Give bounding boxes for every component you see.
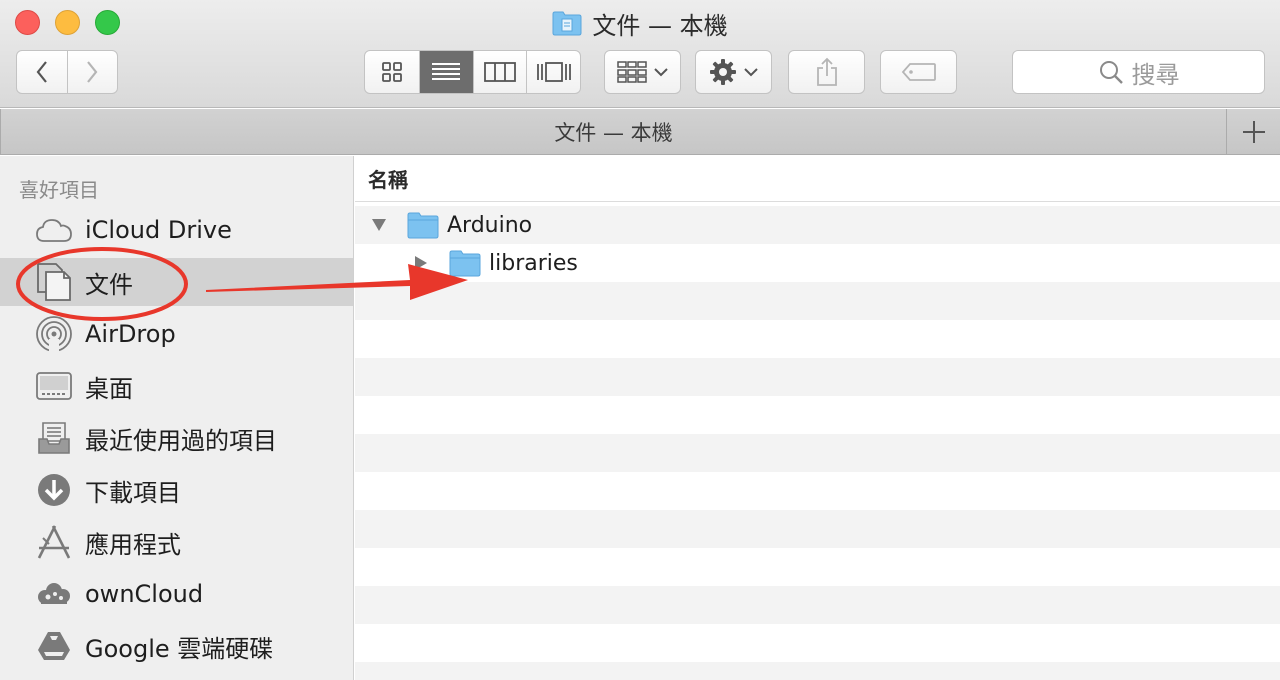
arrange-grid-icon: [616, 61, 647, 83]
sidebar-item-label: iCloud Drive: [85, 216, 232, 244]
share-icon: [816, 57, 837, 86]
chevron-left-icon: [36, 61, 47, 83]
row-stripe: [355, 548, 1280, 586]
column-view-icon: [483, 62, 516, 82]
plus-icon: [1242, 120, 1265, 143]
row-stripe: [355, 472, 1280, 510]
tab-label: 文件 — 本機: [554, 120, 673, 145]
document-icon: [34, 262, 74, 302]
disclosure-triangle-collapsed-icon[interactable]: [412, 254, 430, 272]
chevron-down-icon: [653, 68, 668, 77]
disclosure-triangle-expanded-icon[interactable]: [370, 216, 388, 234]
gear-icon: [709, 59, 736, 85]
sidebar-item-label: ownCloud: [85, 580, 204, 608]
tag-icon: [901, 63, 936, 81]
sidebar: 喜好項目 iCloud Drive 文件 AirDrop 桌面 最近使用過的項目…: [0, 156, 354, 680]
window-title: 文件 — 本機: [592, 11, 728, 40]
sidebar-item-label: 應用程式: [85, 530, 181, 559]
search-field[interactable]: 搜尋: [1012, 50, 1265, 94]
documents-folder-icon: [552, 11, 582, 36]
sidebar-item-label: 下載項目: [85, 478, 181, 507]
icon-view-icon: [381, 62, 402, 82]
file-name: libraries: [489, 250, 578, 276]
airdrop-icon: [34, 314, 74, 354]
toolbar: 文件 — 本機 搜尋: [0, 0, 1280, 108]
row-stripe: [355, 510, 1280, 548]
chevron-right-icon: [87, 61, 98, 83]
chevron-down-icon: [743, 68, 758, 77]
sidebar-item-label: AirDrop: [85, 320, 176, 348]
tab-documents[interactable]: 文件 — 本機: [0, 109, 1226, 154]
folder-icon: [449, 250, 481, 277]
share-button[interactable]: [788, 50, 865, 94]
file-name: Arduino: [447, 212, 533, 238]
row-stripe: [355, 396, 1280, 434]
tag-button[interactable]: [880, 50, 957, 94]
sidebar-item-label: Google 雲端硬碟: [85, 634, 274, 663]
sidebar-item-applications[interactable]: 應用程式: [0, 518, 353, 566]
sidebar-item-recents[interactable]: 最近使用過的項目: [0, 414, 353, 462]
navigation-group: [16, 50, 118, 94]
row-stripe: [355, 320, 1280, 358]
folder-icon: [407, 212, 439, 239]
sidebar-item-owncloud[interactable]: ownCloud: [0, 570, 353, 618]
list-view-button[interactable]: [418, 51, 473, 93]
cover-flow-view-icon: [536, 62, 571, 82]
row-stripe: [355, 662, 1280, 680]
download-icon: [34, 470, 74, 510]
list-item-arduino[interactable]: Arduino: [355, 206, 1280, 244]
sidebar-item-documents[interactable]: 文件: [0, 258, 353, 306]
column-header-name[interactable]: 名稱: [355, 156, 1280, 202]
owncloud-icon: [34, 574, 74, 614]
row-stripe: [355, 586, 1280, 624]
list-item-libraries[interactable]: libraries: [355, 244, 1280, 282]
search-icon: [1099, 61, 1123, 84]
sidebar-item-google-drive[interactable]: Google 雲端硬碟: [0, 622, 353, 670]
finder-window: 文件 — 本機 搜尋 文件 — 本機 喜好項目 iCloud Drive 文件 …: [0, 0, 1280, 680]
column-view-button[interactable]: [472, 51, 527, 93]
view-mode-group: [364, 50, 581, 94]
list-view-icon: [432, 63, 461, 80]
action-button[interactable]: [695, 50, 772, 94]
file-list: 名稱 Arduino libraries: [355, 156, 1280, 680]
applications-icon: [34, 522, 74, 562]
cover-flow-view-button[interactable]: [526, 51, 580, 93]
column-header-label: 名稱: [368, 168, 408, 192]
row-stripe: [355, 282, 1280, 320]
sidebar-item-icloud-drive[interactable]: iCloud Drive: [0, 206, 353, 254]
row-stripe: [355, 434, 1280, 472]
desktop-icon: [34, 366, 74, 406]
sidebar-item-label: 最近使用過的項目: [85, 426, 277, 455]
cloud-icon: [34, 210, 74, 250]
search-placeholder: 搜尋: [1131, 60, 1180, 89]
arrange-button[interactable]: [604, 50, 681, 94]
sidebar-item-downloads[interactable]: 下載項目: [0, 466, 353, 514]
window-title-bar: 文件 — 本機: [0, 6, 1280, 40]
google-drive-icon: [34, 626, 74, 666]
sidebar-item-desktop[interactable]: 桌面: [0, 362, 353, 410]
sidebar-item-airdrop[interactable]: AirDrop: [0, 310, 353, 358]
icon-view-button[interactable]: [365, 51, 419, 93]
sidebar-heading: 喜好項目: [19, 178, 99, 202]
new-tab-button[interactable]: [1226, 109, 1280, 154]
sidebar-item-label: 桌面: [85, 374, 133, 403]
tab-bar: 文件 — 本機: [0, 109, 1280, 155]
row-stripe: [355, 358, 1280, 396]
forward-button[interactable]: [66, 51, 118, 93]
sidebar-item-label: 文件: [85, 270, 133, 299]
back-button[interactable]: [17, 51, 67, 93]
row-stripe: [355, 624, 1280, 662]
recents-icon: [34, 418, 74, 458]
